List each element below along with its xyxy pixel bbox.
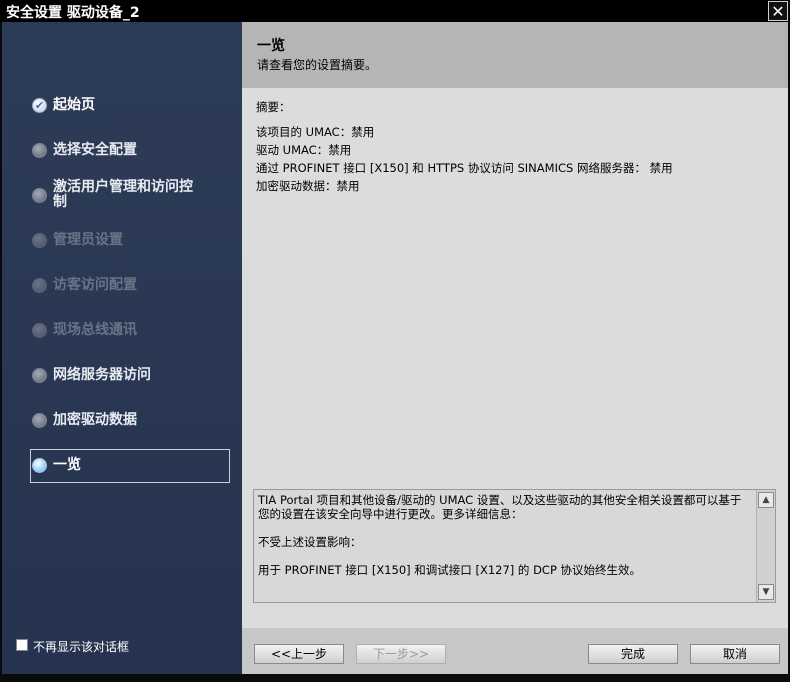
dont-show-checkbox[interactable] xyxy=(16,639,28,651)
step-label: 管理员设置 xyxy=(53,232,123,248)
step-radio-icon xyxy=(32,368,47,383)
step-radio-icon xyxy=(32,188,47,203)
step-label: 现场总线通讯 xyxy=(53,322,137,338)
step-label: 访客访问配置 xyxy=(53,277,137,293)
step-label-line1: 激活用户管理和访问控 xyxy=(53,179,193,195)
close-button[interactable]: ✕ xyxy=(768,1,788,21)
info-paragraph: 用于 PROFINET 接口 [X150] 和调试接口 [X127] 的 DCP… xyxy=(258,563,642,577)
step-radio-icon xyxy=(32,143,47,158)
step-radio-icon xyxy=(32,413,47,428)
step-radio-icon xyxy=(32,233,47,248)
cancel-button[interactable]: 取消 xyxy=(690,644,780,664)
title-bar: 安全设置 驱动设备_2 ✕ xyxy=(0,0,790,22)
wizard-step-sidebar: ✔ 起始页 选择安全配置 激活用户管理和访问控 制 管理员设置 访客访问配置 现… xyxy=(2,22,242,674)
step-label: 一览 xyxy=(53,457,81,473)
info-text-box[interactable]: TIA Portal 项目和其他设备/驱动的 UMAC 设置、以及这些驱动的其他… xyxy=(253,489,776,603)
step-label: 起始页 xyxy=(53,97,95,113)
step-label: 网络服务器访问 xyxy=(53,367,151,383)
summary-line: 该项目的 UMAC：禁用 xyxy=(256,125,375,139)
window-bottom-edge xyxy=(0,674,790,682)
finish-button[interactable]: 完成 xyxy=(588,644,678,664)
page-header: 一览 请查看您的设置摘要。 xyxy=(242,22,788,88)
button-bar: <<上一步 下一步>> 完成 取消 xyxy=(242,628,788,674)
step-current-radio-icon xyxy=(32,458,47,473)
scroll-down-icon[interactable]: ▼ xyxy=(758,584,774,600)
step-label: 选择安全配置 xyxy=(53,142,137,158)
step-label: 加密驱动数据 xyxy=(53,412,137,428)
dont-show-label: 不再显示该对话框 xyxy=(33,640,130,654)
step-radio-icon xyxy=(32,323,47,338)
info-paragraph: TIA Portal 项目和其他设备/驱动的 UMAC 设置、以及这些驱动的其他… xyxy=(258,493,742,521)
info-paragraph: 不受上述设置影响： xyxy=(258,535,362,549)
back-button[interactable]: <<上一步 xyxy=(254,644,344,664)
summary-line: 加密驱动数据：禁用 xyxy=(256,179,360,193)
scroll-up-icon[interactable]: ▲ xyxy=(758,492,774,508)
summary-heading: 摘要： xyxy=(256,100,291,114)
summary-line: 通过 PROFINET 接口 [X150] 和 HTTPS 协议访问 SINAM… xyxy=(256,161,673,175)
step-radio-icon xyxy=(32,278,47,293)
page-title: 一览 xyxy=(257,38,285,54)
page-subtitle: 请查看您的设置摘要。 xyxy=(257,58,378,72)
next-button: 下一步>> xyxy=(356,644,446,664)
step-done-check-icon: ✔ xyxy=(32,98,47,113)
info-scrollbar[interactable]: ▲ ▼ xyxy=(756,490,775,602)
step-label-line2: 制 xyxy=(53,194,67,210)
close-icon: ✕ xyxy=(771,2,785,21)
summary-line: 驱动 UMAC：禁用 xyxy=(256,143,352,157)
window-title: 安全设置 驱动设备_2 xyxy=(6,5,140,21)
